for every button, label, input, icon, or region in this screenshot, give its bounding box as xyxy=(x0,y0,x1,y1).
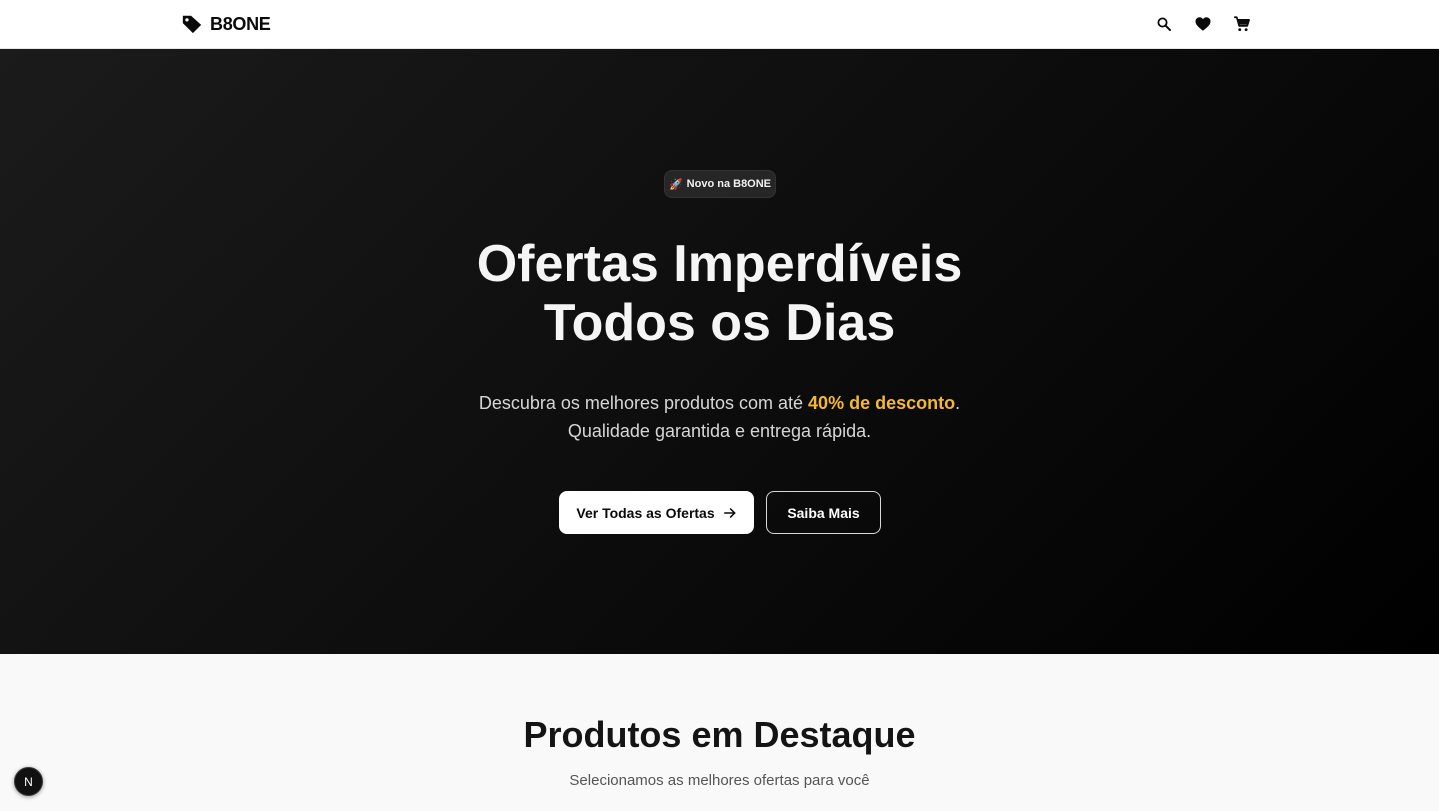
brand-name: B8ONE xyxy=(210,13,271,34)
cart-button[interactable] xyxy=(1230,12,1254,36)
featured-title: Produtos em Destaque xyxy=(523,714,916,755)
featured-products-section: Produtos em Destaque Selecionamos as mel… xyxy=(0,654,1439,811)
view-all-offers-label: Ver Todas as Ofertas xyxy=(576,504,715,521)
nav-actions xyxy=(1152,12,1254,36)
cart-icon xyxy=(1234,16,1250,32)
hero-subtitle: Descubra os melhores produtos com até 40… xyxy=(0,389,1439,445)
search-icon xyxy=(1157,17,1171,31)
rocket-icon: 🚀 xyxy=(668,178,683,191)
badge-text: Novo na B8ONE xyxy=(686,178,772,190)
wishlist-button[interactable] xyxy=(1191,12,1215,36)
heart-icon xyxy=(1195,17,1211,31)
view-all-offers-button[interactable]: Ver Todas as Ofertas xyxy=(559,491,754,534)
hero-title-line2: Todos os Dias xyxy=(543,294,896,352)
new-badge: 🚀 Novo na B8ONE xyxy=(664,170,776,198)
hero-subtitle-text: Descubra os melhores produtos com até xyxy=(478,393,809,413)
learn-more-label: Saiba Mais xyxy=(787,504,860,521)
hero-title-line1: Ofertas Imperdíveis xyxy=(476,235,963,293)
discount-highlight: 40% de desconto xyxy=(808,393,956,413)
arrow-right-icon xyxy=(723,507,736,518)
hero-section: 🚀 Novo na B8ONE Ofertas Imperdíveis Todo… xyxy=(0,49,1439,654)
navbar: B8ONE xyxy=(0,0,1439,49)
hero-title: Ofertas Imperdíveis Todos os Dias xyxy=(0,235,1439,353)
tag-icon xyxy=(182,15,202,34)
learn-more-button[interactable]: Saiba Mais xyxy=(766,491,881,534)
hero-subtitle-period: . xyxy=(955,393,961,413)
brand-logo[interactable]: B8ONE xyxy=(180,13,271,35)
dev-badge-label: N xyxy=(24,774,33,789)
nextjs-dev-badge[interactable]: N xyxy=(14,767,43,796)
featured-subtitle: Selecionamos as melhores ofertas para vo… xyxy=(569,772,870,789)
search-button[interactable] xyxy=(1152,12,1176,36)
hero-subtitle-line2: Qualidade garantida e entrega rápida. xyxy=(567,421,872,441)
